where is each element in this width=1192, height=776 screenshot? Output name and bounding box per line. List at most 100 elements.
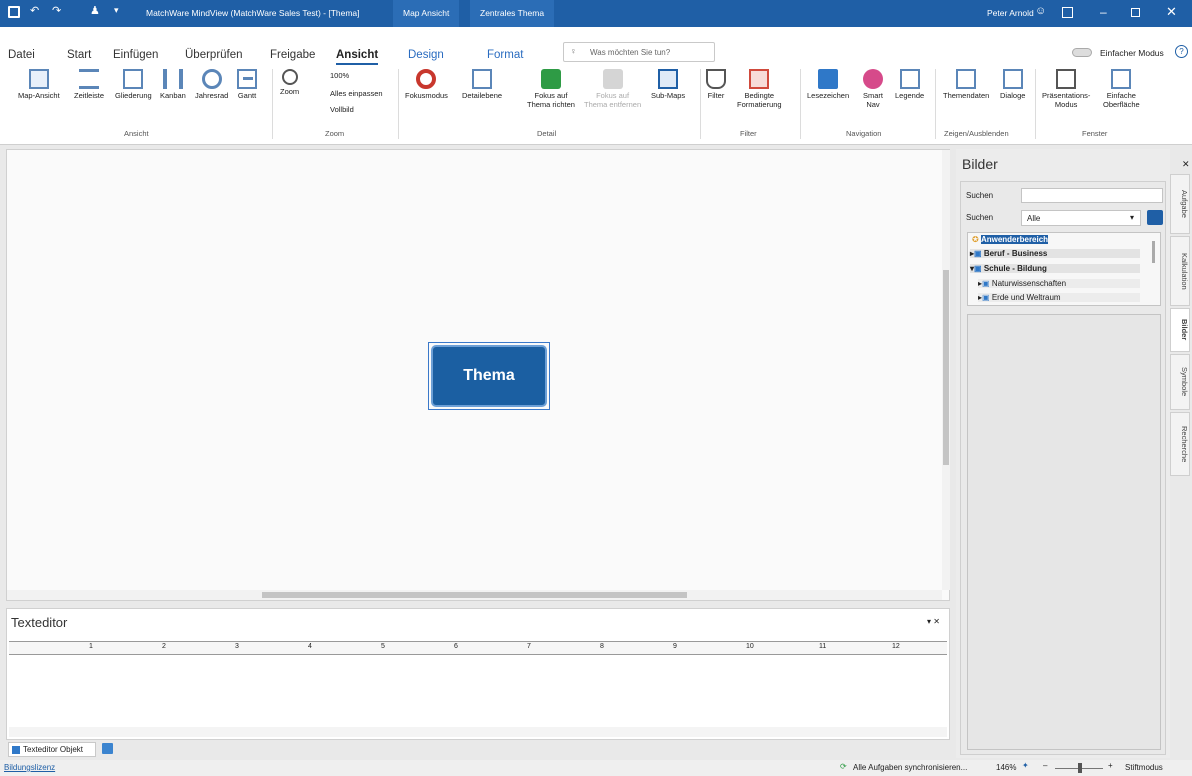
text-editor-hscroll[interactable] bbox=[9, 727, 947, 737]
central-topic-label[interactable]: Thema bbox=[431, 345, 547, 407]
panel-close-icon[interactable]: ✕ bbox=[1182, 159, 1190, 170]
zeitleiste-button[interactable]: Zeitleiste bbox=[74, 69, 104, 100]
group-label-zoom: Zoom bbox=[325, 129, 345, 138]
pictures-panel: Bilder ✕ Suchen Suchen Alle ▾ ✪ Anwender… bbox=[956, 149, 1190, 758]
tab-format[interactable]: Format bbox=[487, 49, 523, 61]
category-tree[interactable]: ✪ Anwenderbereich ▸▣ Beruf - Business ▾▣… bbox=[967, 232, 1161, 306]
tab-design[interactable]: Design bbox=[408, 49, 444, 61]
side-tab-bilder[interactable]: Bilder bbox=[1170, 308, 1190, 352]
topic-data-icon bbox=[956, 69, 977, 89]
tab-einfuegen[interactable]: Einfügen bbox=[113, 49, 158, 61]
side-tab-aufgabe[interactable]: Aufgabe bbox=[1170, 174, 1190, 234]
fit-all-button[interactable]: Alles einpassen bbox=[330, 89, 383, 98]
funnel-icon bbox=[706, 69, 726, 89]
group-label-filter: Filter bbox=[740, 129, 757, 138]
fokusmodus-button[interactable]: Fokusmodus bbox=[405, 69, 448, 100]
lesezeichen-button[interactable]: Lesezeichen bbox=[807, 69, 849, 100]
fullscreen-button[interactable]: Vollbild bbox=[330, 105, 354, 114]
license-link[interactable]: Bildungslizenz bbox=[4, 763, 55, 772]
zoom-button[interactable]: Zoom bbox=[280, 69, 299, 96]
focus-topic-icon bbox=[540, 69, 561, 89]
smart-nav-icon bbox=[863, 69, 883, 89]
vertical-scroll-thumb[interactable] bbox=[943, 270, 949, 465]
tell-me-box[interactable]: ♀ Was möchten Sie tun? bbox=[563, 42, 715, 62]
pen-mode-label[interactable]: Stiftmodus bbox=[1125, 763, 1163, 772]
context-tab-zentrales-thema[interactable]: Zentrales Thema bbox=[470, 0, 555, 27]
ribbon-display-icon[interactable] bbox=[1062, 7, 1073, 18]
central-topic[interactable]: Thema bbox=[428, 342, 550, 410]
praesentationsmodus-button[interactable]: Präsentations- Modus bbox=[1042, 69, 1090, 109]
panel-title: Bilder bbox=[962, 156, 998, 172]
category-select[interactable]: Alle ▾ bbox=[1021, 210, 1141, 226]
legende-button[interactable]: Legende bbox=[895, 69, 924, 100]
dialoge-button[interactable]: Dialoge bbox=[1000, 69, 1025, 100]
redo-icon[interactable]: ↷ bbox=[52, 4, 61, 17]
window-title: MatchWare MindView (MatchWare Sales Test… bbox=[146, 8, 360, 18]
vertical-scrollbar[interactable] bbox=[942, 150, 950, 590]
zoom-100-button[interactable]: 100% bbox=[330, 71, 349, 80]
text-editor-pane: Texteditor ▾ ✕ 1 2 3 4 5 6 7 8 9 10 11 1… bbox=[6, 608, 950, 740]
quick-access-icon[interactable]: ♟ bbox=[90, 4, 100, 17]
themendaten-button[interactable]: Themendaten bbox=[943, 69, 989, 100]
help-icon[interactable]: ? bbox=[1175, 45, 1188, 58]
text-editor-body[interactable] bbox=[9, 659, 947, 725]
tab-datei[interactable]: Datei bbox=[8, 49, 35, 61]
sub-maps-button[interactable]: Sub-Maps bbox=[651, 69, 685, 100]
horizontal-scroll-thumb[interactable] bbox=[262, 592, 687, 598]
search-input[interactable] bbox=[1021, 188, 1163, 203]
user-icon[interactable]: ☺ bbox=[1035, 5, 1046, 17]
text-editor-object-label: Texteditor Objekt bbox=[23, 745, 84, 754]
pane-options-icon[interactable]: ▾ ✕ bbox=[927, 617, 940, 626]
map-ansicht-button[interactable]: Map-Ansicht bbox=[18, 69, 60, 100]
customize-qat-icon[interactable]: ▾ bbox=[114, 5, 119, 16]
fokus-entfernen-button[interactable]: Fokus auf Thema entfernen bbox=[584, 69, 641, 109]
side-tab-recherche[interactable]: Recherche bbox=[1170, 412, 1190, 476]
filter-button[interactable]: Filter bbox=[706, 69, 726, 100]
side-tab-symbole[interactable]: Symbole bbox=[1170, 354, 1190, 410]
tree-item-anwenderbereich[interactable]: ✪ Anwenderbereich bbox=[972, 235, 1049, 244]
add-tab-icon[interactable] bbox=[102, 743, 113, 754]
ribbon-tabs: Datei Start Einfügen Überprüfen Freigabe… bbox=[0, 42, 1192, 68]
detailebene-button[interactable]: Detailebene bbox=[462, 69, 502, 100]
zoom-in-button[interactable]: + bbox=[1108, 761, 1113, 770]
map-canvas[interactable]: Thema bbox=[6, 149, 950, 601]
sync-status[interactable]: Alle Aufgaben synchronisieren... bbox=[853, 763, 967, 772]
fokus-auf-thema-button[interactable]: Fokus auf Thema richten bbox=[527, 69, 575, 109]
jahresrad-button[interactable]: Jahresrad bbox=[195, 69, 228, 100]
smart-nav-button[interactable]: Smart Nav bbox=[863, 69, 883, 109]
text-editor-object-tab[interactable]: Texteditor Objekt bbox=[8, 742, 96, 757]
ruler-mark: 12 bbox=[892, 643, 900, 650]
side-tab-kalkulation[interactable]: Kalkulation bbox=[1170, 236, 1190, 306]
tab-ueberpruefen[interactable]: Überprüfen bbox=[185, 49, 243, 61]
tab-freigabe[interactable]: Freigabe bbox=[270, 49, 315, 61]
tree-item-schule-bildung[interactable]: ▾▣ Schule - Bildung bbox=[970, 264, 1140, 273]
kanban-button[interactable]: Kanban bbox=[160, 69, 186, 100]
einfache-oberflaeche-button[interactable]: Einfache Oberfläche bbox=[1103, 69, 1140, 109]
gantt-button[interactable]: Gantt bbox=[237, 69, 257, 100]
tree-item-beruf-business[interactable]: ▸▣ Beruf - Business bbox=[970, 249, 1140, 258]
zoom-slider-thumb[interactable] bbox=[1078, 763, 1082, 773]
maximize-icon[interactable] bbox=[1131, 8, 1140, 17]
bedingte-formatierung-button[interactable]: Bedingte Formatierung bbox=[737, 69, 782, 109]
tree-scrollbar[interactable] bbox=[1152, 241, 1155, 263]
simple-mode-toggle[interactable] bbox=[1072, 48, 1092, 57]
tab-ansicht[interactable]: Ansicht bbox=[336, 49, 379, 65]
zoom-out-button[interactable]: – bbox=[1043, 761, 1047, 770]
save-icon[interactable] bbox=[8, 6, 20, 18]
gantt-icon bbox=[237, 69, 257, 89]
user-name[interactable]: Peter Arnold bbox=[987, 8, 1034, 18]
search-go-icon[interactable] bbox=[1147, 210, 1163, 225]
horizontal-scrollbar[interactable] bbox=[7, 590, 942, 600]
context-tab-map-ansicht[interactable]: Map Ansicht bbox=[393, 0, 460, 27]
gliederung-button[interactable]: Gliederung bbox=[115, 69, 152, 100]
sync-icon[interactable]: ⟳ bbox=[840, 762, 847, 771]
tree-item-naturwissenschaften[interactable]: ▸▣ Naturwissenschaften bbox=[978, 279, 1140, 288]
close-icon[interactable]: ✕ bbox=[1166, 4, 1177, 20]
zoom-fit-icon[interactable]: ✦ bbox=[1022, 761, 1029, 770]
tab-start[interactable]: Start bbox=[67, 49, 91, 61]
side-tabs: Aufgabe Kalkulation Bilder Symbole Reche… bbox=[1170, 174, 1190, 574]
undo-icon[interactable]: ↶ bbox=[30, 4, 39, 17]
tree-item-erde-weltraum[interactable]: ▸▣ Erde und Weltraum bbox=[978, 293, 1140, 302]
image-preview-area[interactable] bbox=[967, 314, 1161, 750]
minimize-icon[interactable]: – bbox=[1100, 5, 1107, 19]
